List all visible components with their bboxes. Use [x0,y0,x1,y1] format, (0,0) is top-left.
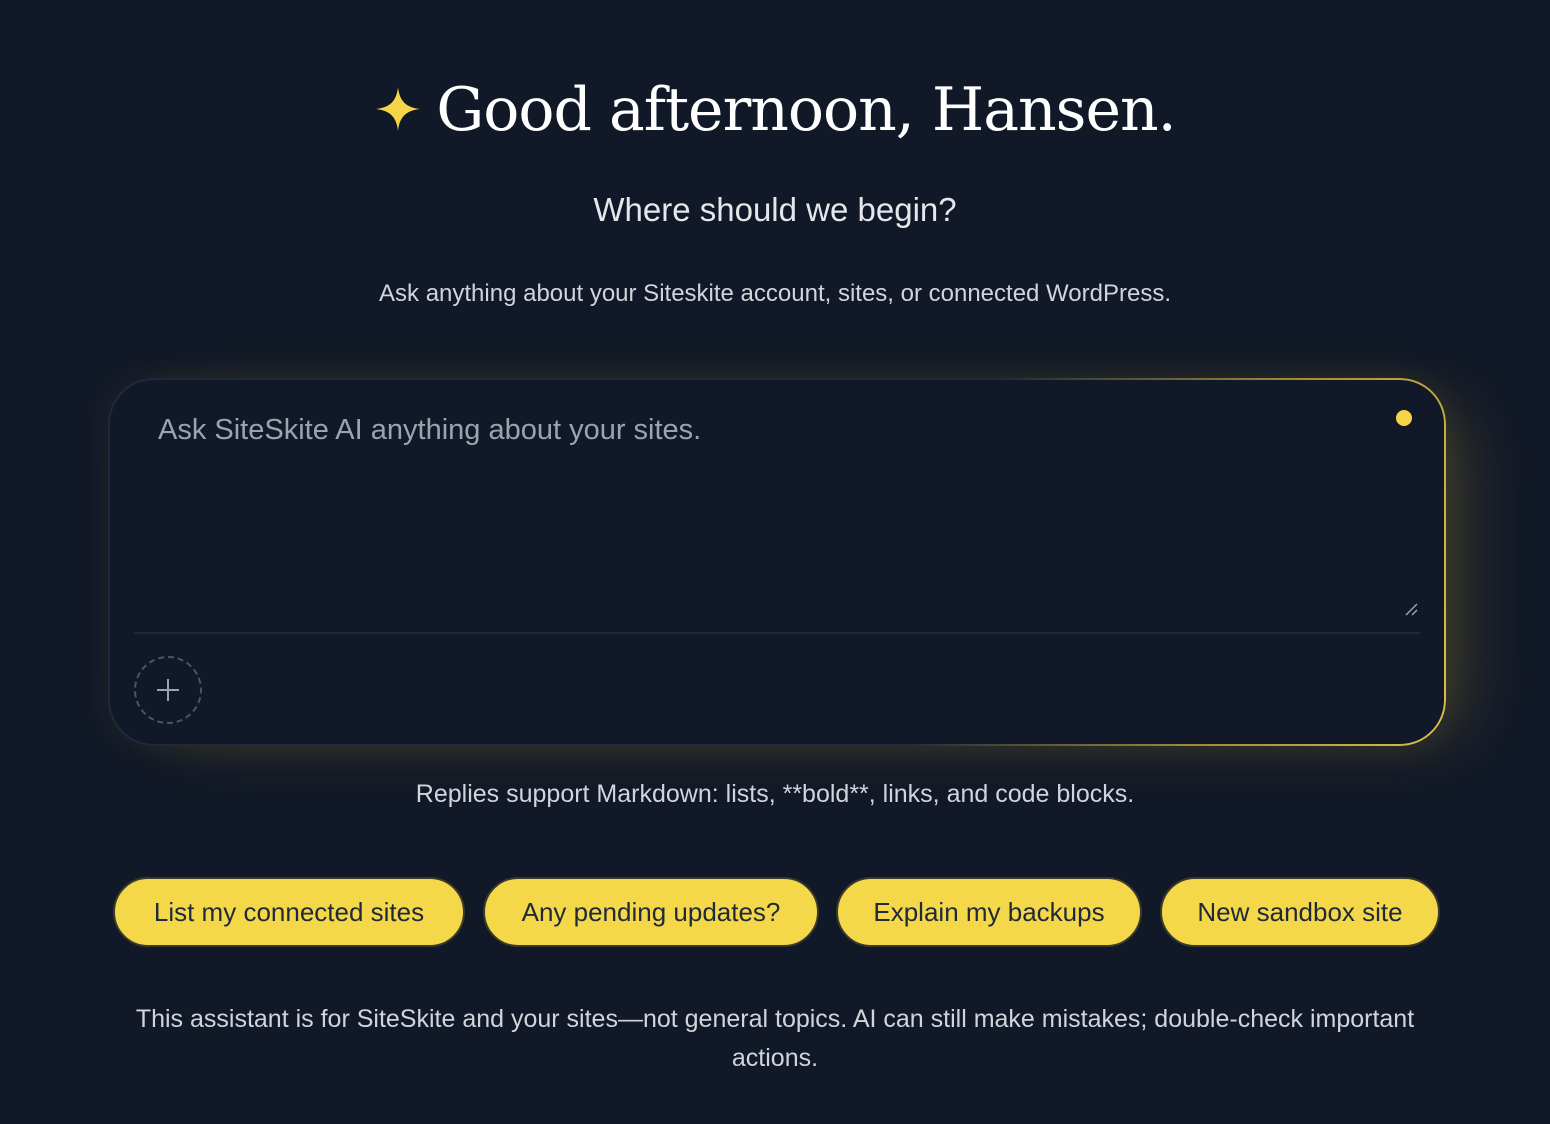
composer-divider [134,632,1420,634]
plus-icon [157,679,179,701]
suggestion-explain-backups-button[interactable]: Explain my backups [836,877,1142,947]
subtitle: Where should we begin? [593,191,957,228]
assistant-home: Good afternoon, Hansen. Where should we … [0,0,1550,1124]
resize-handle-icon[interactable] [1404,602,1418,616]
suggestion-pending-updates-button[interactable]: Any pending updates? [483,877,819,947]
composer: Ask SiteSkite AI anything about your sit… [108,378,1446,746]
attach-button[interactable] [134,656,202,724]
greeting-heading: Good afternoon, Hansen. [0,70,1550,150]
lede-text: Ask anything about your Siteskite accoun… [379,280,1171,307]
markdown-hint: Replies support Markdown: lists, **bold*… [415,780,1135,808]
suggestion-list-sites-button[interactable]: List my connected sites [113,877,465,947]
suggestion-new-sandbox-button[interactable]: New sandbox site [1160,877,1440,947]
greeting-text: Good afternoon, Hansen. [436,75,1176,145]
sparkle-icon [376,87,421,132]
message-input[interactable]: Ask SiteSkite AI anything about your sit… [158,410,1358,450]
status-indicator [1396,410,1412,426]
disclaimer-text: This assistant is for SiteSkite and your… [135,1005,1415,1072]
